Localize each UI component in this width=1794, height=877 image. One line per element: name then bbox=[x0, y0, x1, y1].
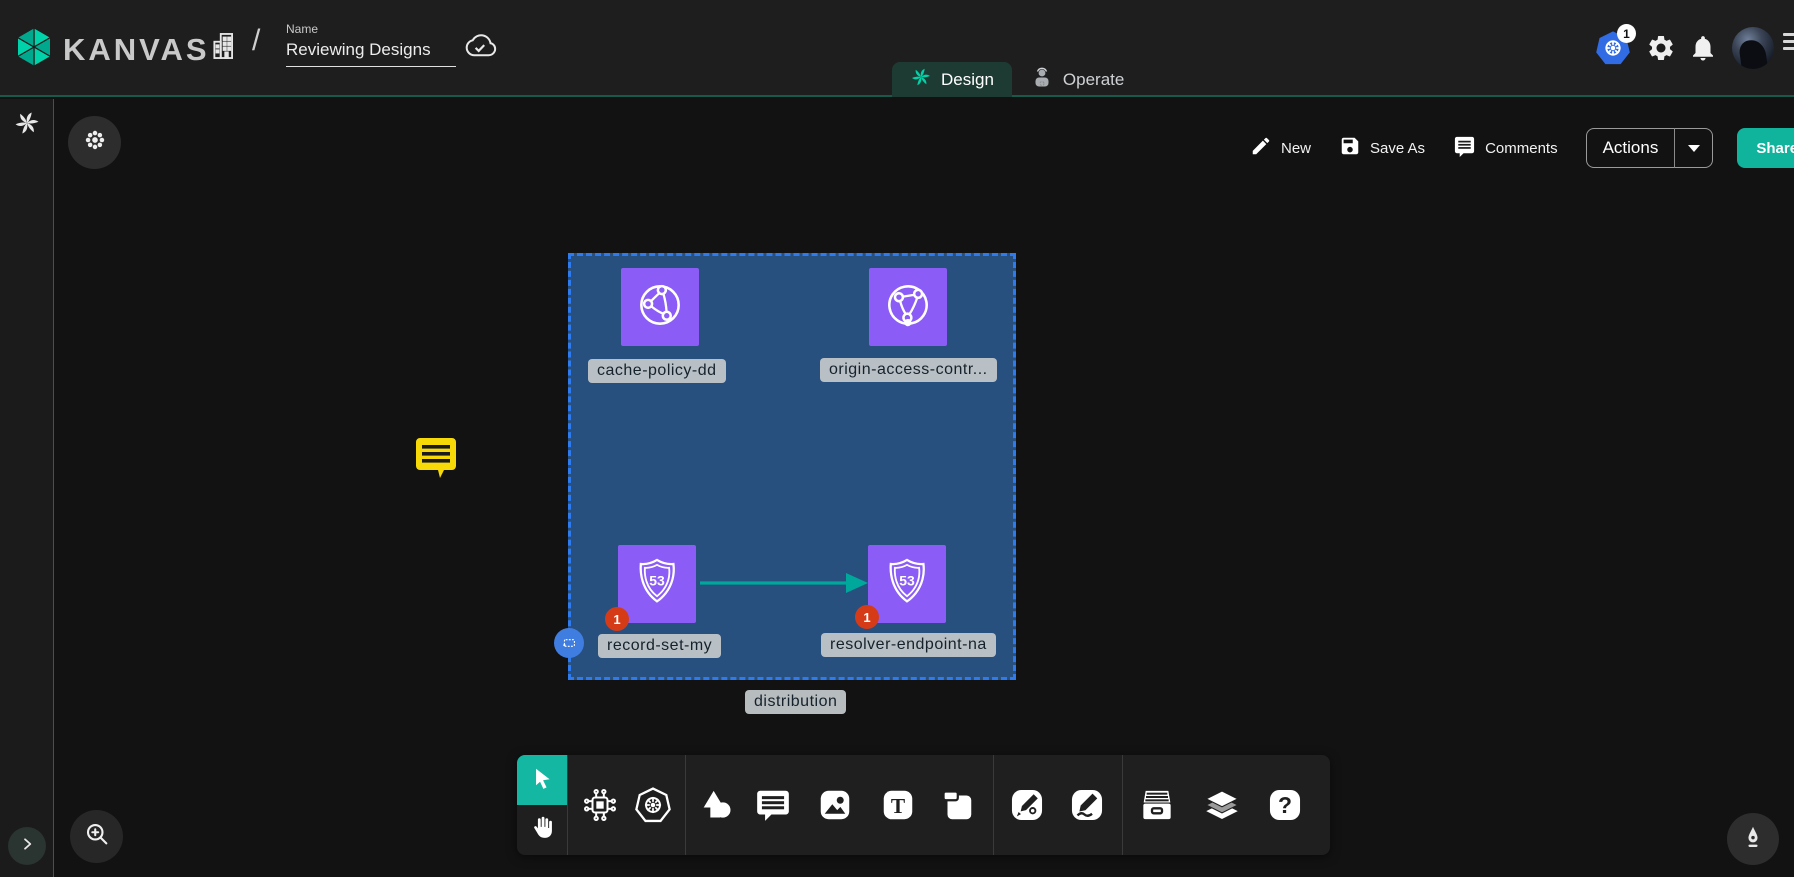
design-name-field: Name bbox=[286, 22, 456, 67]
share-button[interactable]: Share bbox=[1737, 128, 1794, 168]
layers-tool[interactable] bbox=[1200, 783, 1244, 827]
comment-tool[interactable] bbox=[751, 783, 795, 827]
name-label: Name bbox=[286, 22, 456, 36]
kanvas-logo[interactable]: KANVAS bbox=[13, 24, 210, 75]
save-floppy-icon bbox=[1339, 135, 1361, 161]
group-selection-badge[interactable] bbox=[554, 628, 584, 658]
resolver-count-badge[interactable]: 1 bbox=[855, 605, 879, 629]
logo-text: KANVAS bbox=[63, 32, 210, 68]
group-label-distribution[interactable]: distribution bbox=[745, 690, 846, 714]
svg-text:T: T bbox=[891, 794, 905, 818]
left-sidebar bbox=[0, 99, 54, 877]
design-spiral-icon bbox=[910, 66, 932, 93]
pencil-icon bbox=[1250, 135, 1272, 161]
node-resolver-endpoint[interactable]: 53 bbox=[868, 545, 946, 623]
settings-gear-icon[interactable] bbox=[1646, 33, 1676, 68]
magnifier-plus-icon bbox=[83, 820, 111, 853]
sidebar-expand-button[interactable] bbox=[8, 827, 46, 865]
actions-dropdown-button[interactable]: Actions bbox=[1586, 128, 1714, 168]
toolbar-divider bbox=[567, 755, 568, 855]
node-cache-policy[interactable] bbox=[621, 268, 699, 346]
canvas-toolbar: T bbox=[517, 755, 1330, 855]
notifications-bell-icon[interactable] bbox=[1688, 33, 1718, 68]
meshery-spiral-icon[interactable] bbox=[13, 109, 41, 142]
pan-tool[interactable] bbox=[517, 805, 567, 855]
hand-icon bbox=[528, 814, 556, 847]
record-set-count-badge[interactable]: 1 bbox=[605, 607, 629, 631]
pen-tool[interactable] bbox=[1005, 783, 1049, 827]
edge-record-to-resolver[interactable] bbox=[700, 568, 868, 598]
pencil-tool[interactable] bbox=[1065, 783, 1109, 827]
node-record-set[interactable]: 53 bbox=[618, 545, 696, 623]
tab-operate-label: Operate bbox=[1063, 70, 1124, 90]
frame-tool[interactable] bbox=[935, 783, 979, 827]
node-label-resolver-endpoint[interactable]: resolver-endpoint-na bbox=[821, 633, 996, 657]
route53-shield-icon: 53 bbox=[630, 555, 684, 614]
text-tool[interactable]: T bbox=[876, 783, 920, 827]
tab-design[interactable]: Design bbox=[892, 62, 1012, 97]
cloudfront-cache-policy-icon bbox=[632, 277, 688, 338]
node-label-cache-policy[interactable]: cache-policy-dd bbox=[588, 359, 726, 383]
comments-button[interactable]: Comments bbox=[1453, 135, 1558, 162]
kubernetes-tool[interactable] bbox=[631, 783, 675, 827]
kubernetes-context-button[interactable]: 1 bbox=[1594, 28, 1642, 70]
node-label-record-set[interactable]: record-set-my bbox=[598, 634, 721, 658]
organization-icon[interactable] bbox=[208, 28, 242, 69]
mode-tabs: Design Operate bbox=[892, 62, 1142, 97]
new-button[interactable]: New bbox=[1250, 135, 1311, 161]
cloudfront-origin-access-icon bbox=[880, 277, 936, 338]
toolbar-divider bbox=[685, 755, 686, 855]
archive-tool[interactable] bbox=[1135, 783, 1179, 827]
pen-fab-button[interactable] bbox=[1727, 813, 1779, 865]
svg-text:?: ? bbox=[1278, 792, 1292, 818]
breadcrumb-separator: / bbox=[252, 24, 260, 58]
comments-bubble-icon bbox=[1453, 135, 1476, 162]
zoom-in-button[interactable] bbox=[70, 810, 123, 863]
help-tool[interactable]: ? bbox=[1263, 783, 1307, 827]
caret-down-icon[interactable] bbox=[1674, 128, 1712, 168]
canvas-comment-marker[interactable] bbox=[414, 436, 458, 483]
share-label: Share bbox=[1737, 140, 1794, 157]
operator-person-icon bbox=[1030, 65, 1054, 94]
canvas-action-bar: New Save As Comments Actions bbox=[1250, 128, 1794, 168]
new-label: New bbox=[1281, 140, 1311, 157]
toolbar-divider bbox=[1122, 755, 1123, 855]
shapes-tool[interactable] bbox=[695, 783, 739, 827]
chevron-right-icon bbox=[19, 836, 35, 857]
design-name-input[interactable] bbox=[286, 36, 456, 67]
save-as-label: Save As bbox=[1370, 140, 1425, 157]
actions-label: Actions bbox=[1587, 138, 1675, 158]
node-label-origin-access[interactable]: origin-access-contr... bbox=[820, 358, 997, 382]
top-header: KANVAS / Name bbox=[0, 0, 1794, 97]
svg-text:53: 53 bbox=[899, 572, 915, 588]
menu-hamburger-icon[interactable] bbox=[1783, 33, 1794, 54]
save-as-button[interactable]: Save As bbox=[1339, 135, 1425, 161]
route53-shield-icon: 53 bbox=[880, 555, 934, 614]
select-tool[interactable] bbox=[517, 755, 567, 805]
infrastructure-chip-tool[interactable] bbox=[578, 783, 622, 827]
image-tool[interactable] bbox=[813, 783, 857, 827]
user-avatar[interactable] bbox=[1732, 27, 1774, 69]
cursor-arrow-icon bbox=[529, 765, 555, 796]
pen-nib-icon bbox=[1740, 824, 1766, 855]
flower-icon bbox=[82, 127, 108, 158]
node-origin-access-control[interactable] bbox=[869, 268, 947, 346]
tab-operate[interactable]: Operate bbox=[1012, 62, 1142, 97]
comments-label: Comments bbox=[1485, 140, 1558, 157]
canvas-flower-button[interactable] bbox=[68, 116, 121, 169]
cloud-saved-icon bbox=[459, 30, 499, 67]
k8s-context-count-badge: 1 bbox=[1617, 24, 1636, 43]
kanvas-hexagon-icon bbox=[13, 24, 55, 75]
toolbar-divider bbox=[993, 755, 994, 855]
tab-design-label: Design bbox=[941, 70, 994, 90]
svg-text:53: 53 bbox=[649, 572, 665, 588]
app-root: KANVAS / Name bbox=[0, 0, 1794, 877]
